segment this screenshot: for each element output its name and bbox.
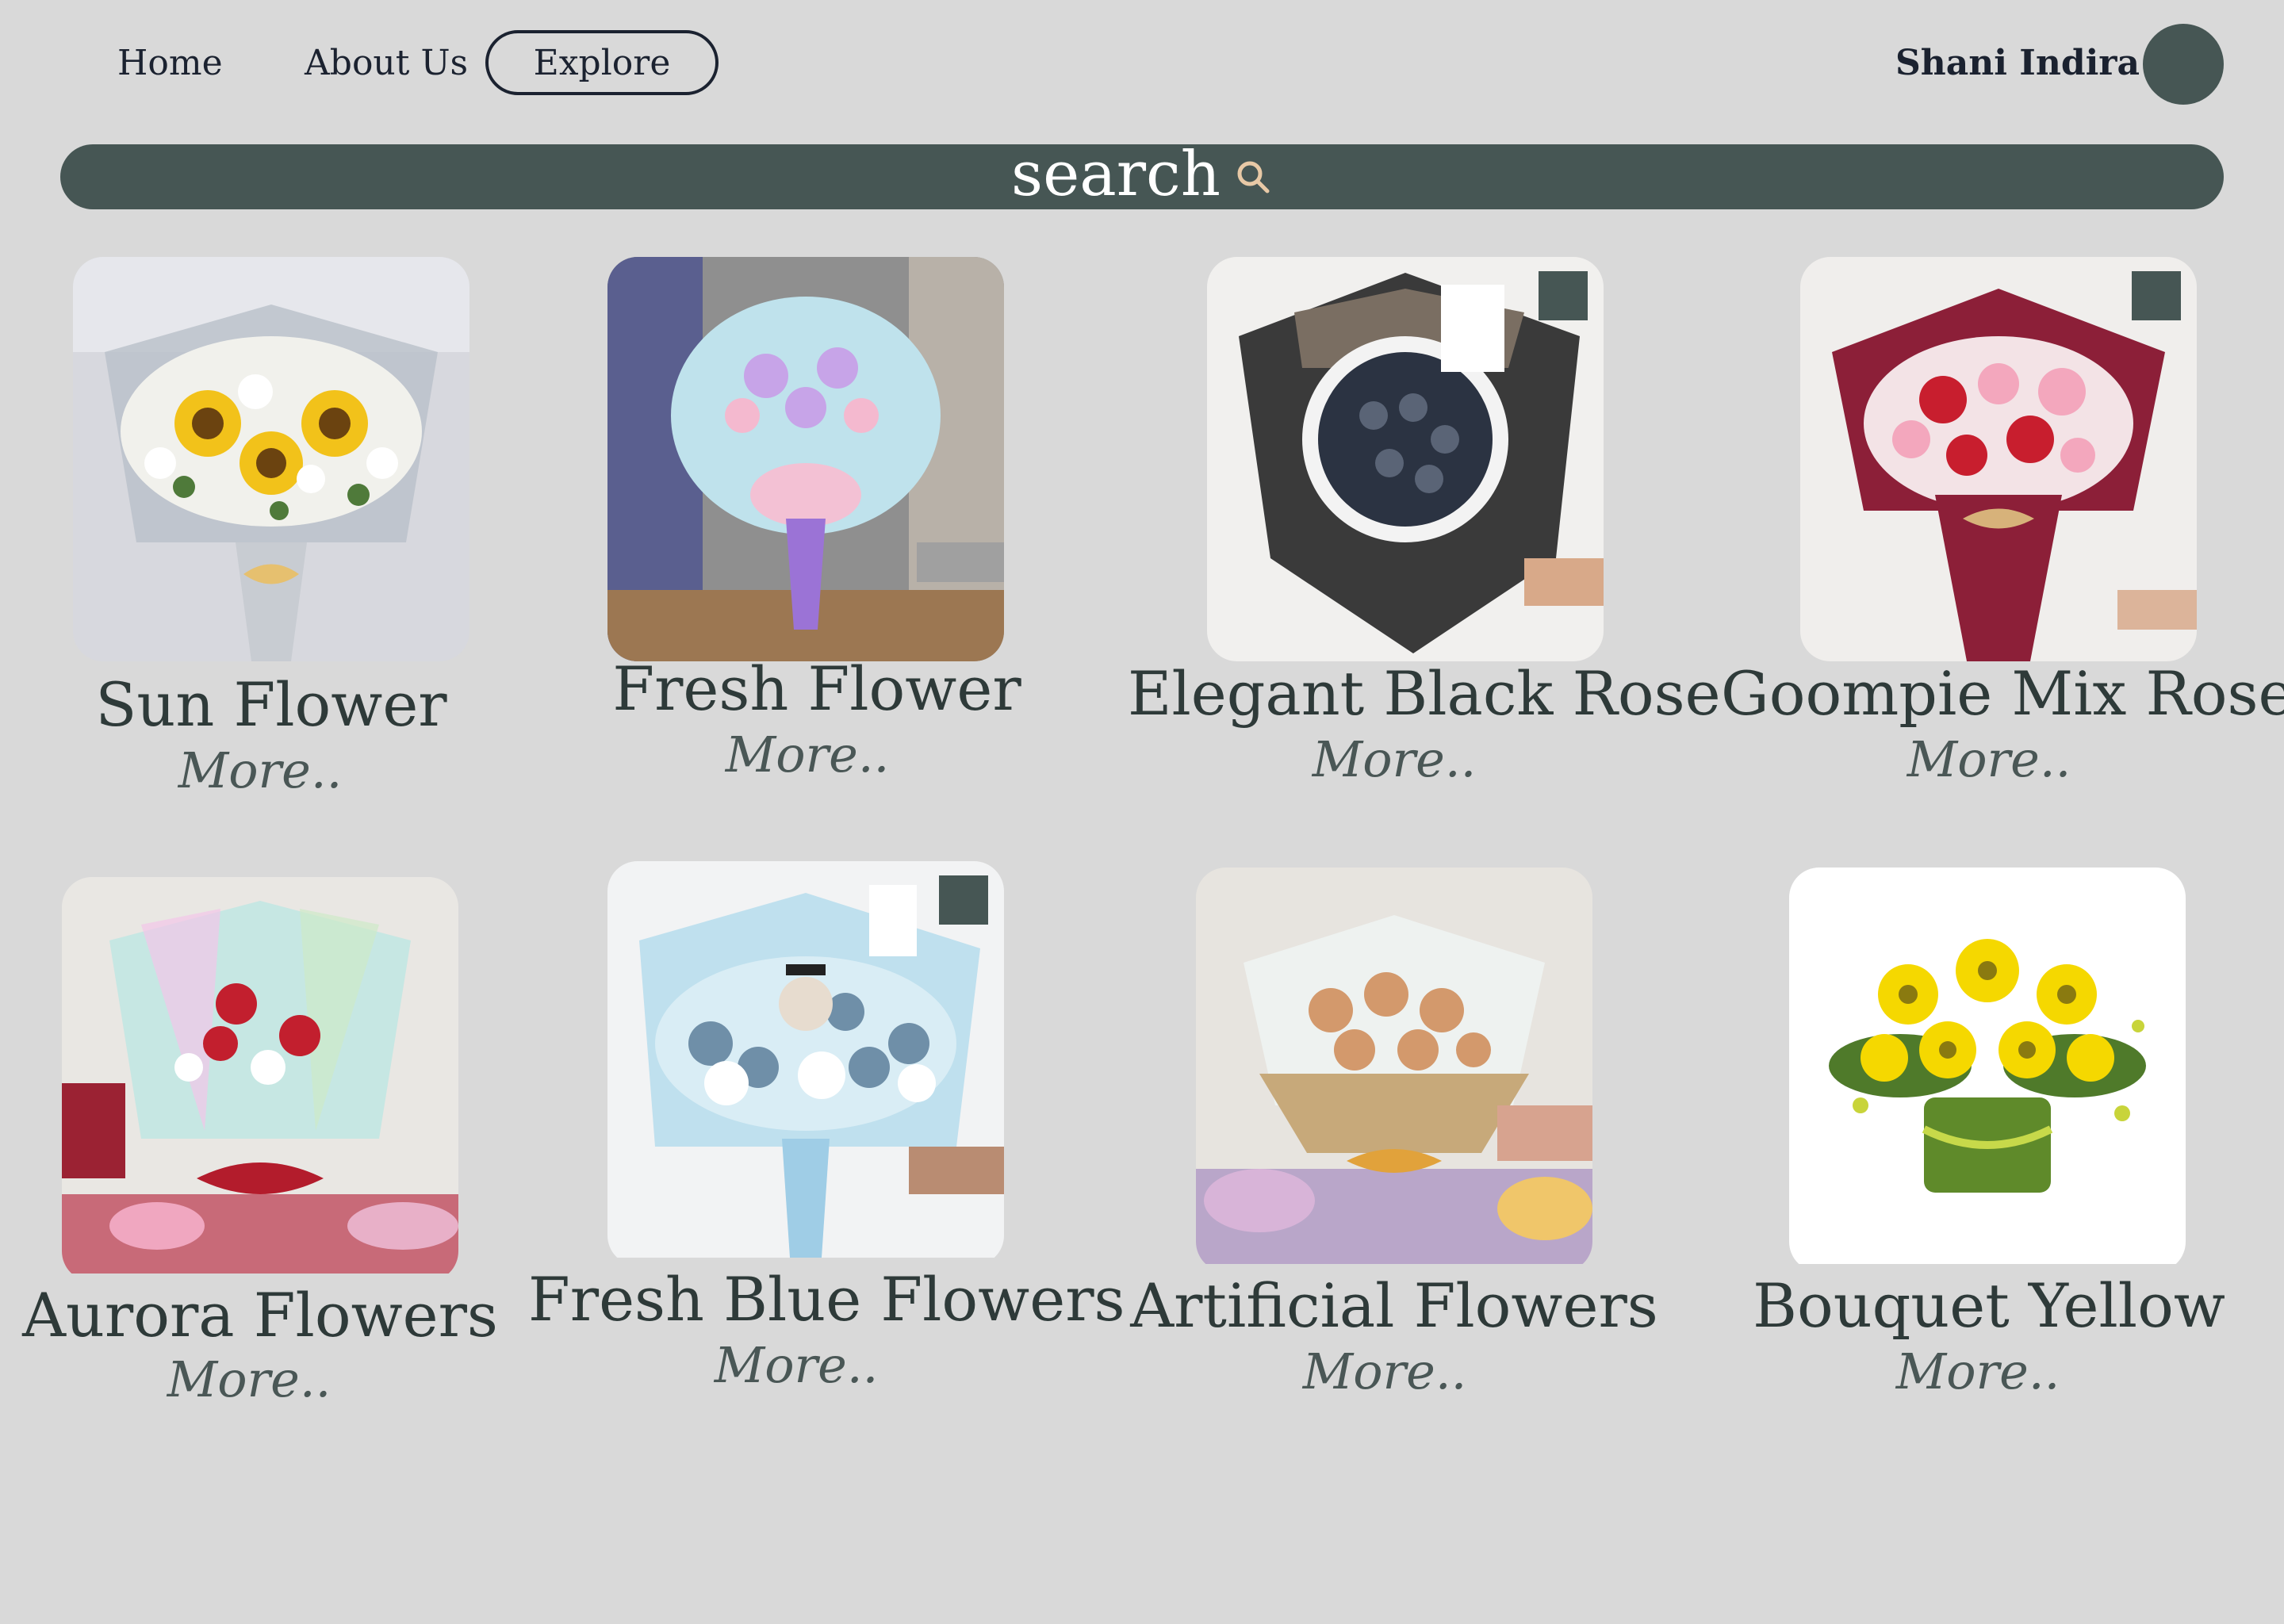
search-label: search <box>1011 139 1221 210</box>
product-image-elegant-black-rose[interactable] <box>1207 257 1604 661</box>
product-title: Sun Flower <box>95 669 447 740</box>
product-image-sun-flower[interactable] <box>73 257 469 661</box>
search-bar[interactable]: search <box>60 139 2224 210</box>
product-image-fresh-blue-flowers[interactable] <box>607 861 1004 1266</box>
product-title: Goompie Mix Roses <box>1721 658 2284 729</box>
product-more-link[interactable]: More.. <box>1711 730 2267 790</box>
search-icon[interactable] <box>1233 157 1273 197</box>
product-more-link[interactable]: More.. <box>1107 1342 1662 1402</box>
product-title: Fresh Blue Flowers <box>528 1264 1125 1335</box>
product-title: Aurora Flowers <box>22 1280 498 1350</box>
nav-explore-button[interactable]: Explore <box>485 30 719 95</box>
product-image-goompie-mix-roses[interactable] <box>1800 257 2197 661</box>
product-title: Fresh Flower <box>612 653 1021 724</box>
product-image-artificial-flowers[interactable] <box>1196 868 1592 1272</box>
avatar[interactable] <box>2143 24 2224 105</box>
user-name: Shani Indira <box>1895 43 2140 83</box>
product-more-link[interactable]: More.. <box>519 1335 1074 1396</box>
product-image-bouquet-yellow[interactable] <box>1789 868 2186 1272</box>
product-more-link[interactable]: More.. <box>1117 730 1672 790</box>
product-title: Bouquet Yellow <box>1753 1270 2225 1341</box>
product-title: Elegant Black Rose <box>1128 658 1721 729</box>
product-title: Artificial Flowers <box>1130 1270 1658 1341</box>
product-image-fresh-flower[interactable] <box>607 257 1004 661</box>
product-more-link[interactable]: More.. <box>0 1350 527 1410</box>
product-image-aurora-flowers[interactable] <box>62 877 458 1281</box>
product-more-link[interactable]: More.. <box>0 741 538 801</box>
nav-home-link[interactable]: Home <box>117 35 223 92</box>
product-more-link[interactable]: More.. <box>1700 1342 2255 1402</box>
nav-about-link[interactable]: About Us <box>305 35 468 92</box>
product-more-link[interactable]: More.. <box>530 725 1085 785</box>
